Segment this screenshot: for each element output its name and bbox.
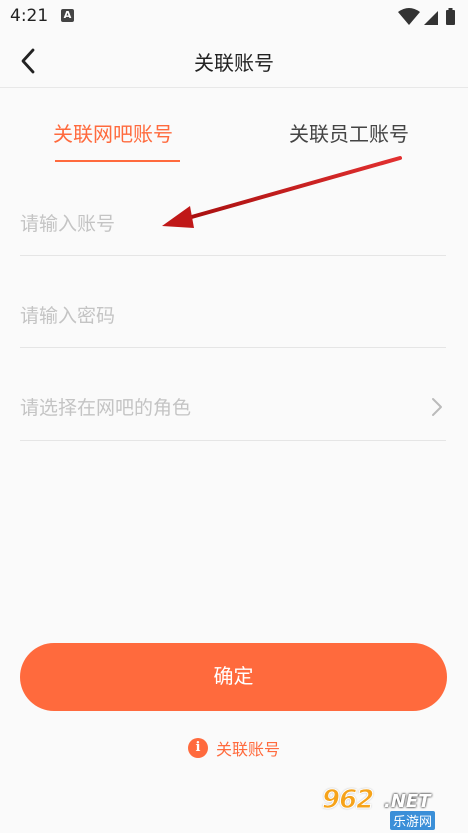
wifi-icon bbox=[398, 8, 420, 25]
account-field-row bbox=[20, 186, 446, 256]
page-title: 关联账号 bbox=[194, 51, 274, 75]
signal-icon bbox=[424, 11, 438, 25]
role-select-placeholder: 请选择在网吧的角色 bbox=[20, 397, 192, 419]
active-tab-indicator bbox=[55, 160, 180, 162]
status-indicators bbox=[398, 7, 460, 27]
notification-a-icon: A bbox=[61, 9, 74, 22]
info-icon: i bbox=[187, 738, 208, 758]
password-input[interactable] bbox=[20, 301, 420, 331]
chevron-right-icon bbox=[432, 398, 442, 416]
confirm-button[interactable]: 确定 bbox=[20, 643, 447, 711]
status-bar: 4:21 A bbox=[0, 0, 468, 34]
app-header: 关联账号 bbox=[0, 34, 468, 88]
account-input[interactable] bbox=[20, 209, 420, 239]
watermark-net: .NET bbox=[384, 791, 431, 812]
watermark-number: 962 bbox=[321, 785, 374, 816]
watermark-logo: 962 .NET 乐游网 bbox=[321, 785, 462, 830]
battery-icon bbox=[446, 8, 455, 25]
watermark-site-name: 乐游网 bbox=[390, 811, 436, 830]
footer-link-label: 关联账号 bbox=[215, 740, 280, 759]
password-field-row bbox=[20, 278, 446, 348]
link-account-help[interactable]: i 关联账号 bbox=[0, 736, 468, 760]
tab-employee-account[interactable]: 关联员工账号 bbox=[289, 118, 409, 147]
status-time: 4:21 bbox=[10, 6, 49, 26]
role-select[interactable]: 请选择在网吧的角色 bbox=[20, 371, 446, 441]
tab-internet-cafe-account[interactable]: 关联网吧账号 bbox=[53, 118, 173, 147]
